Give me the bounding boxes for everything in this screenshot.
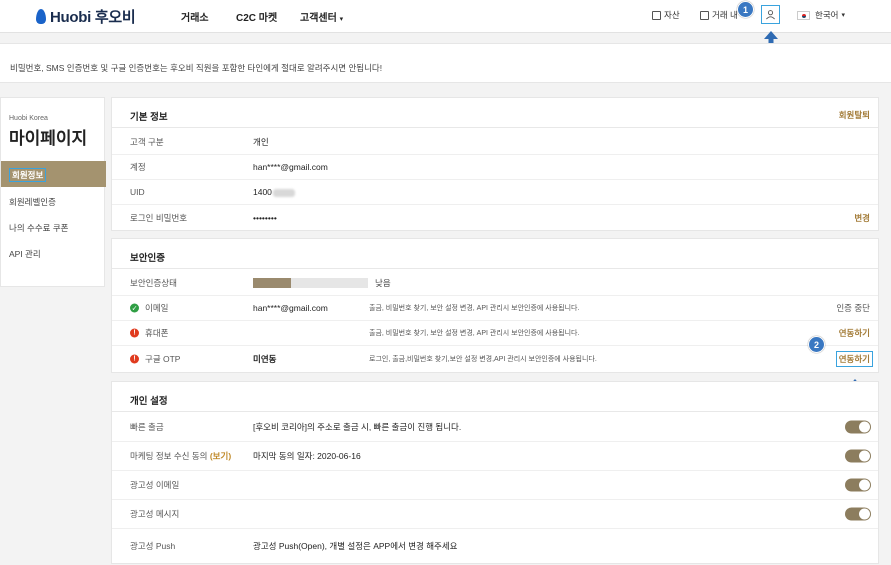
assets-link[interactable]: 자산: [652, 9, 680, 21]
panel-title: 기본 정보 회원탈퇴: [112, 98, 878, 128]
top-header: Huobi 후오비 거래소 C2C 마켓 고객센터 ▾ 자산 거래 내 한국어 …: [0, 0, 891, 33]
marketing-consent-toggle[interactable]: [845, 449, 871, 463]
link-phone-button[interactable]: 연동하기: [839, 327, 870, 339]
basic-info-title: 기본 정보: [130, 112, 168, 123]
stop-email-verification-link[interactable]: 인증 중단: [836, 302, 870, 314]
personal-settings-title: 개인 설정: [130, 396, 168, 407]
caret-down-icon: ▾: [841, 12, 845, 19]
user-icon: [766, 10, 775, 20]
security-notice: 비밀번호, SMS 인증번호 및 구글 인증번호는 후오비 직원을 포함한 타인…: [0, 43, 891, 83]
row-description: 로그인, 출금,비밀번호 찾기,보안 설정 변경,API 관리시 보안인증에 사…: [369, 356, 597, 363]
row-label: 로그인 비밀번호: [130, 212, 188, 223]
security-row: ✓ 이메일 han****@gmail.com 출금, 비밀번호 찾기, 보안 …: [112, 296, 878, 321]
change-password-link[interactable]: 변경: [854, 212, 870, 224]
nav-customer-center[interactable]: 고객센터 ▾: [300, 9, 343, 24]
personal-settings-panel: 개인 설정 빠른 출금 [후오비 코리아]의 주소로 출금 시, 빠른 출금이 …: [111, 381, 879, 564]
fast-withdrawal-toggle[interactable]: [845, 420, 871, 434]
panel-title: 개인 설정: [112, 382, 878, 412]
warning-icon: !: [130, 354, 139, 364]
korea-flag-icon: [797, 10, 810, 20]
step-1-badge: 1: [737, 1, 754, 18]
row-label: 휴대폰: [145, 328, 169, 338]
warning-icon: !: [130, 328, 139, 338]
row-label: 고객 구분: [130, 136, 164, 147]
security-level-fill: [253, 277, 291, 288]
nav-exchange[interactable]: 거래소: [181, 9, 209, 24]
caret-down-icon: ▾: [339, 16, 344, 23]
language-selector[interactable]: 한국어 ▾: [797, 9, 845, 21]
row-label: 계정: [130, 162, 146, 172]
row-label: 광고성 메시지: [130, 509, 180, 519]
huobi-logo[interactable]: Huobi 후오비: [36, 6, 136, 27]
row-description: 출금, 비밀번호 찾기, 보안 설정 변경, API 관리시 보안인증에 사용됩…: [369, 305, 580, 312]
redacted-blur: [272, 188, 295, 197]
nav-customer-center-label: 고객센터: [300, 13, 337, 24]
row-value: [후오비 코리아]의 주소로 출금 시, 빠른 출금이 진행 됩니다.: [253, 422, 462, 432]
row-label: 광고성 Push: [130, 541, 176, 551]
sidebar-item-level-verification[interactable]: 회원레벨인증: [1, 188, 106, 214]
orders-label: 거래 내: [712, 10, 738, 20]
marketing-consent-label: 마케팅 정보 수신 동의 (보기): [130, 450, 231, 462]
wallet-icon: [652, 10, 661, 20]
sidebar-item-api-management[interactable]: API 관리: [1, 240, 106, 266]
basic-info-panel: 기본 정보 회원탈퇴 고객 구분 개인 계정 han****@gmail.com…: [111, 97, 879, 231]
security-level-text: 낮음: [375, 277, 391, 288]
setting-row: 마케팅 정보 수신 동의 (보기) 마지막 동의 일자: 2020-06-16: [112, 442, 878, 471]
row-label: 광고성 이메일: [130, 480, 180, 490]
setting-row: 광고성 메시지: [112, 500, 878, 529]
security-row: ! 구글 OTP 미연동 로그인, 출금,비밀번호 찾기,보안 설정 변경,AP…: [112, 346, 878, 372]
row-label: UID: [130, 187, 145, 197]
info-row: 로그인 비밀번호 •••••••• 변경: [112, 205, 878, 230]
panel-title: 보안인증: [112, 239, 878, 269]
row-value: 개인: [253, 136, 269, 147]
setting-row: 광고성 이메일: [112, 471, 878, 500]
language-label: 한국어: [815, 10, 839, 20]
nav-c2c-market[interactable]: C2C 마켓: [236, 9, 277, 24]
security-panel: 보안인증 보안인증상태 낮음 ✓ 이메일 han****@gmail.com 출…: [111, 238, 879, 373]
password-mask: ••••••••: [253, 212, 277, 223]
security-level-meter: [253, 277, 368, 288]
uid-visible-part: 1400: [253, 187, 272, 197]
user-profile-button[interactable]: [761, 5, 780, 24]
sidebar-item-member-info[interactable]: 회원정보: [1, 161, 106, 187]
info-row: 고객 구분 개인: [112, 129, 878, 155]
orders-link[interactable]: 거래 내: [700, 9, 738, 21]
ad-email-toggle[interactable]: [845, 478, 871, 492]
row-value: han****@gmail.com: [253, 303, 328, 313]
sidebar-title: 마이페이지: [9, 129, 88, 148]
security-row: ! 휴대폰 출금, 비밀번호 찾기, 보안 설정 변경, API 관리시 보안인…: [112, 321, 878, 346]
link-google-otp-label: 연동하기: [835, 351, 873, 367]
sidebar: Huobi Korea 마이페이지 회원정보 회원레벨인증 나의 수수료 쿠폰 …: [0, 97, 106, 287]
row-value: 광고성 Push(Open), 개별 설정은 APP에서 변경 해주세요: [253, 541, 458, 551]
withdraw-membership-link[interactable]: 회원탈퇴: [839, 109, 870, 121]
row-description: 출금, 비밀번호 찾기, 보안 설정 변경, API 관리시 보안인증에 사용됩…: [369, 330, 580, 337]
row-value: han****@gmail.com: [253, 162, 328, 172]
row-label: 빠른 출금: [130, 422, 164, 432]
sidebar-item-label: 회원정보: [9, 168, 47, 182]
info-row: UID 1400: [112, 180, 878, 205]
orders-icon: [700, 10, 709, 20]
row-label: 이메일: [145, 303, 169, 313]
logo-text: Huobi 후오비: [50, 9, 136, 26]
assets-label: 자산: [664, 10, 680, 20]
row-label: 구글 OTP: [145, 354, 181, 364]
security-level-row: 보안인증상태 낮음: [112, 270, 878, 296]
row-label: 마케팅 정보 수신 동의: [130, 451, 208, 461]
info-row: 계정 han****@gmail.com: [112, 155, 878, 180]
sidebar-item-fee-coupons[interactable]: 나의 수수료 쿠폰: [1, 214, 106, 240]
setting-row: 빠른 출금 [후오비 코리아]의 주소로 출금 시, 빠른 출금이 진행 됩니다…: [112, 413, 878, 442]
check-icon: ✓: [130, 303, 139, 313]
uid-value: 1400: [253, 187, 295, 197]
security-title: 보안인증: [130, 253, 165, 264]
flame-icon: [36, 9, 46, 24]
row-value: 미연동: [253, 354, 277, 364]
sidebar-subtitle: Huobi Korea: [9, 115, 48, 122]
step-2-badge: 2: [808, 336, 825, 353]
ad-message-toggle[interactable]: [845, 507, 871, 521]
view-marketing-terms-link[interactable]: (보기): [210, 451, 231, 461]
link-google-otp-button[interactable]: 연동하기: [835, 351, 873, 367]
setting-row: 광고성 Push 광고성 Push(Open), 개별 설정은 APP에서 변경…: [112, 529, 878, 563]
row-value: 마지막 동의 일자: 2020-06-16: [253, 451, 361, 461]
row-label: 보안인증상태: [130, 277, 177, 288]
